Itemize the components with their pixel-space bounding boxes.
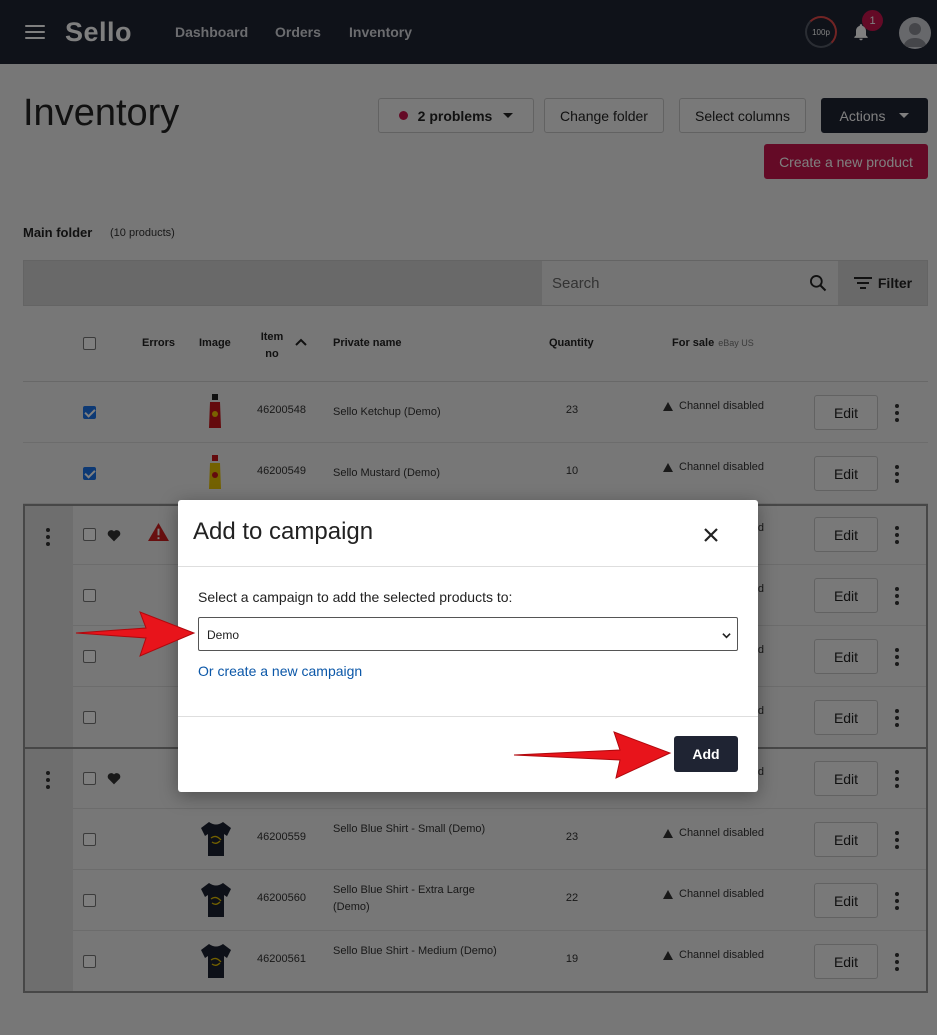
dialog-title: Add to campaign	[193, 518, 374, 545]
annotation-arrow-icon	[75, 611, 196, 657]
create-campaign-link[interactable]: Or create a new campaign	[198, 663, 362, 679]
dialog-divider	[178, 566, 758, 567]
campaign-select-label: Select a campaign to add the selected pr…	[198, 589, 513, 605]
close-icon[interactable]	[702, 526, 720, 544]
add-button[interactable]: Add	[674, 736, 738, 772]
annotation-arrow-icon	[513, 731, 672, 779]
campaign-select[interactable]: Demo	[198, 617, 738, 651]
campaign-select-value: Demo	[207, 628, 240, 642]
chevron-down-icon	[722, 633, 731, 639]
dialog-divider	[178, 716, 758, 717]
